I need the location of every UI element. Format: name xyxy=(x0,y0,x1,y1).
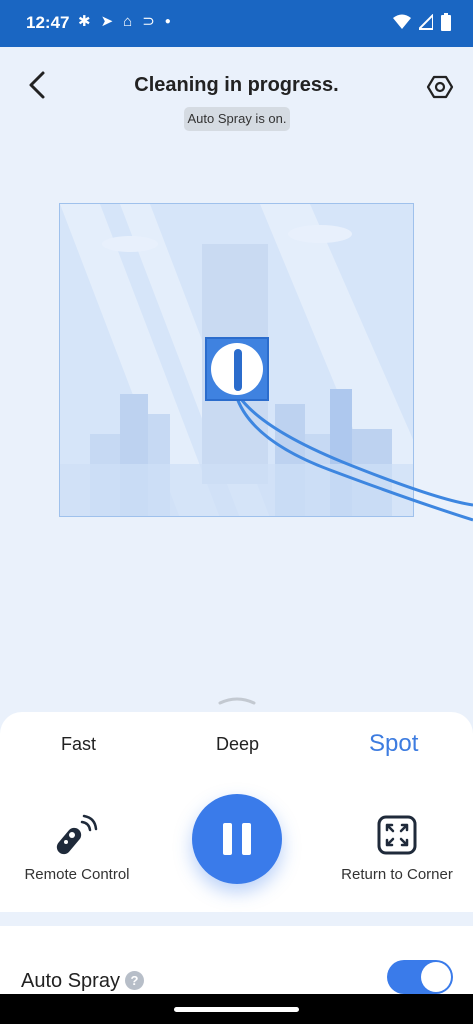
settings-icon[interactable] xyxy=(425,72,455,102)
notification-icons: ✱ ➤ ⌂ ⊃ ● xyxy=(78,12,171,32)
auto-spray-toggle[interactable] xyxy=(387,960,453,994)
remote-control-label: Remote Control xyxy=(24,866,130,883)
auto-spray-label: Auto Spray xyxy=(21,970,120,992)
status-bar: 12:47 ✱ ➤ ⌂ ⊃ ● xyxy=(0,0,473,47)
pause-icon-bar xyxy=(242,823,251,855)
system-nav-bar xyxy=(0,994,473,1024)
help-icon[interactable]: ? xyxy=(125,971,144,990)
status-time: 12:47 xyxy=(26,13,70,32)
pause-icon xyxy=(223,823,232,855)
toggle-knob xyxy=(421,962,451,992)
signal-icon xyxy=(419,14,433,30)
tab-deep[interactable]: Deep xyxy=(216,734,259,755)
dot-icon: ● xyxy=(164,16,171,27)
tab-fast[interactable]: Fast xyxy=(61,734,96,755)
robot-position-marker xyxy=(205,337,269,401)
battery-icon xyxy=(441,13,451,31)
slack-icon: ✱ xyxy=(78,13,91,30)
system-icons xyxy=(393,13,451,31)
remote-control-button[interactable]: Remote Control xyxy=(14,810,140,883)
auto-spray-status-badge: Auto Spray is on. xyxy=(184,107,290,131)
panel-handle-icon[interactable] xyxy=(218,695,256,705)
robot-body xyxy=(234,349,242,391)
home-icon: ⌂ xyxy=(123,13,133,30)
robot-icon xyxy=(211,343,263,395)
tab-spot[interactable]: Spot xyxy=(369,730,418,758)
home-gesture-handle[interactable] xyxy=(174,1007,299,1012)
remote-control-icon xyxy=(56,814,98,855)
page-title: Cleaning in progress. xyxy=(134,74,339,96)
return-to-corner-button[interactable]: Return to Corner xyxy=(332,810,462,883)
pay-icon: ⊃ xyxy=(142,13,155,30)
telegram-icon: ➤ xyxy=(100,13,114,30)
header: Cleaning in progress. Auto Spray is on. xyxy=(0,47,473,147)
return-to-corner-icon xyxy=(377,815,417,855)
pause-button[interactable] xyxy=(192,794,282,884)
return-to-corner-label: Return to Corner xyxy=(341,866,453,883)
wifi-icon xyxy=(393,14,411,29)
